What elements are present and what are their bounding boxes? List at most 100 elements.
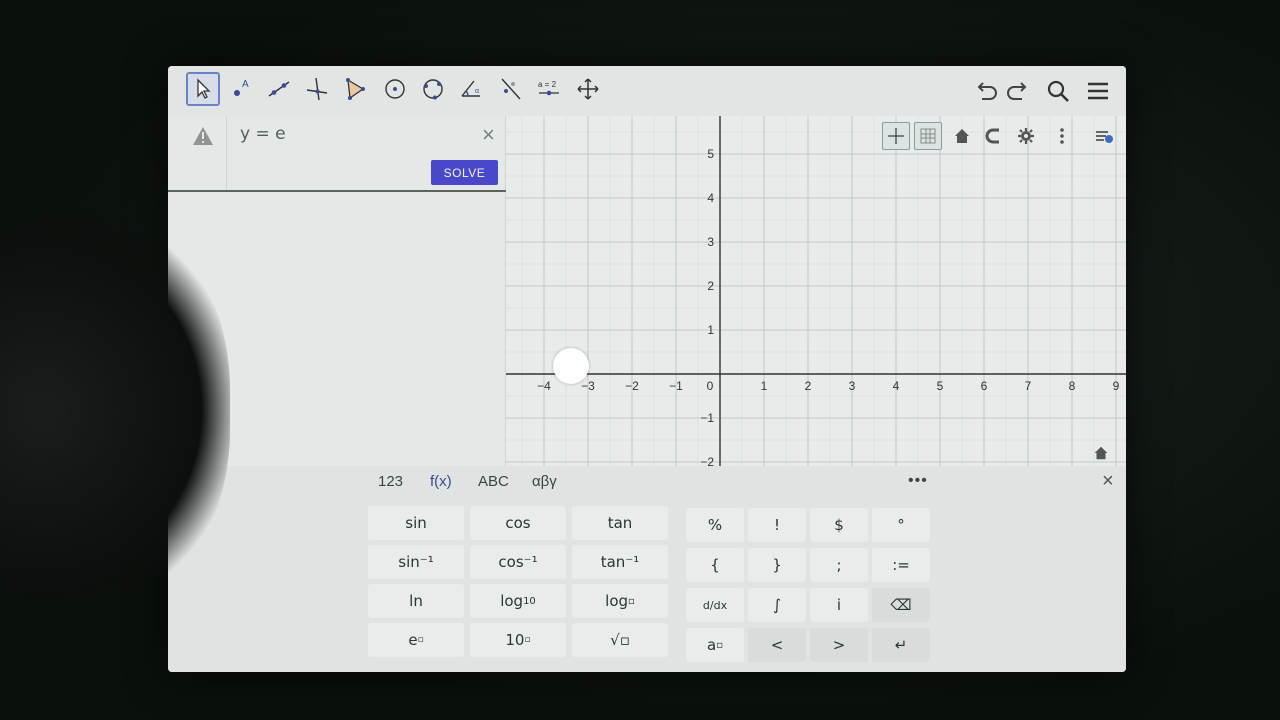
undo-button[interactable] (970, 76, 1002, 106)
solve-button[interactable]: SOLVE (431, 160, 498, 185)
angle-icon: α (461, 80, 480, 97)
y-tick-label: −1 (700, 411, 714, 425)
line-icon (268, 81, 290, 97)
key-left-arrow[interactable]: < (748, 628, 806, 662)
perpendicular-tool-button[interactable] (300, 72, 334, 106)
key-dollar[interactable]: $ (810, 508, 868, 542)
row-divider (226, 116, 227, 190)
key-ln[interactable]: ln (368, 584, 464, 618)
gear-icon (1018, 128, 1034, 144)
cursor-arrow-icon (197, 78, 211, 99)
move-graphics-tool-button[interactable] (571, 72, 605, 106)
toggle-axes-button[interactable] (882, 122, 910, 150)
x-tick-label: −1 (669, 379, 683, 393)
slider-tool-button[interactable]: a = 2 (532, 72, 566, 106)
key-percent[interactable]: % (686, 508, 744, 542)
x-tick-label: 8 (1069, 379, 1076, 393)
placeholder-box-icon: ▫ (619, 631, 630, 649)
key-arctan[interactable]: tan⁻¹ (572, 545, 668, 579)
key-imaginary[interactable]: i (810, 588, 868, 622)
clear-input-icon[interactable]: × (482, 122, 495, 148)
key-nth-root[interactable]: √ ▫ (572, 623, 668, 657)
x-tick-label: 2 (805, 379, 812, 393)
keyboard-tab-abc[interactable]: ABC (478, 473, 509, 490)
circle-three-points-tool-button[interactable] (416, 72, 450, 106)
key-factorial[interactable]: ! (748, 508, 806, 542)
grid-icon (920, 128, 936, 144)
keyboard-tab-functions[interactable]: f(x) (430, 473, 452, 490)
key-log10-label: log (500, 592, 524, 610)
key-ten-power[interactable]: 10 ▫ (470, 623, 566, 657)
more-keys-button[interactable]: ••• (908, 472, 928, 490)
key-backspace[interactable]: ⌫ (872, 588, 930, 622)
key-log-base-label: log (605, 592, 629, 610)
redo-button[interactable] (1002, 76, 1034, 106)
coordinate-grid: −4 −3 −2 −1 0 1 2 3 4 5 6 7 8 954321−1−2 (506, 116, 1126, 516)
redo-icon (1007, 82, 1027, 100)
x-tick-label: 4 (893, 379, 900, 393)
keyboard-tab-greek[interactable]: αβγ (532, 473, 557, 490)
key-sin[interactable]: sin (368, 506, 464, 540)
style-bar-toggle-button[interactable] (1090, 122, 1118, 150)
warning-icon[interactable] (192, 126, 214, 146)
point-tool-button[interactable]: A (224, 72, 258, 106)
x-tick-label: 9 (1113, 379, 1120, 393)
graphics-settings-button[interactable] (1012, 122, 1040, 150)
circle-center-tool-button[interactable] (378, 72, 412, 106)
placeholder-box-icon: ▫ (524, 635, 531, 645)
main-menu-button[interactable] (1082, 76, 1114, 106)
svg-text:α: α (475, 88, 479, 95)
keyboard-tab-123[interactable]: 123 (378, 473, 403, 490)
y-tick-label: 2 (707, 279, 714, 293)
home-view-button[interactable] (1088, 440, 1114, 466)
key-exp-label: e (408, 631, 418, 649)
x-tick-label: −4 (537, 379, 551, 393)
key-assign[interactable]: := (872, 548, 930, 582)
key-exp[interactable]: e ▫ (368, 623, 464, 657)
reflect-line-icon (501, 78, 521, 100)
y-tick-label: 4 (707, 191, 714, 205)
key-arcsin[interactable]: sin⁻¹ (368, 545, 464, 579)
y-tick-label: 5 (707, 147, 714, 161)
search-button[interactable] (1042, 76, 1074, 106)
polygon-tool-button[interactable] (338, 72, 372, 106)
touch-point-marker[interactable] (553, 348, 589, 384)
y-tick-label: 1 (707, 323, 714, 337)
graphics-view[interactable]: −4 −3 −2 −1 0 1 2 3 4 5 6 7 8 9 5 4 3 2 1 −1 −2 (506, 116, 1126, 516)
key-integral[interactable]: ∫ (748, 588, 806, 622)
polygon-icon (346, 78, 365, 100)
slider-label: a = 2 (538, 80, 557, 89)
placeholder-box-icon: ▫ (716, 639, 723, 651)
key-close-brace[interactable]: } (748, 548, 806, 582)
reflect-tool-button[interactable] (494, 72, 528, 106)
y-tick-label: 3 (707, 235, 714, 249)
x-tick-label: 0 (707, 379, 714, 393)
key-open-brace[interactable]: { (686, 548, 744, 582)
key-log10[interactable]: log 10 (470, 584, 566, 618)
more-options-button[interactable] (1048, 122, 1076, 150)
key-subscript[interactable]: a ▫ (686, 628, 744, 662)
axes-icon (888, 128, 904, 144)
key-derivative[interactable]: d/dx (686, 588, 744, 622)
line-tool-button[interactable] (262, 72, 296, 106)
toggle-grid-button[interactable] (914, 122, 942, 150)
close-keyboard-button[interactable]: × (1102, 470, 1114, 493)
move-tool-button[interactable] (186, 72, 220, 106)
key-tan[interactable]: tan (572, 506, 668, 540)
x-tick-label: 5 (937, 379, 944, 393)
key-degree[interactable]: ° (872, 508, 930, 542)
key-arccos[interactable]: cos⁻¹ (470, 545, 566, 579)
standard-view-button[interactable] (948, 122, 976, 150)
key-semicolon[interactable]: ; (810, 548, 868, 582)
key-right-arrow[interactable]: > (810, 628, 868, 662)
x-tick-label: 7 (1025, 379, 1032, 393)
key-cos[interactable]: cos (470, 506, 566, 540)
point-capturing-button[interactable] (980, 122, 1008, 150)
angle-tool-button[interactable]: α (454, 72, 488, 106)
algebra-input[interactable]: y = e (240, 124, 286, 144)
toolbar: A α a = 2 (168, 66, 1126, 116)
point-icon: A (234, 79, 249, 96)
x-tick-label: −2 (625, 379, 639, 393)
key-log-base[interactable]: log ▫ (572, 584, 668, 618)
key-enter[interactable]: ↵ (872, 628, 930, 662)
